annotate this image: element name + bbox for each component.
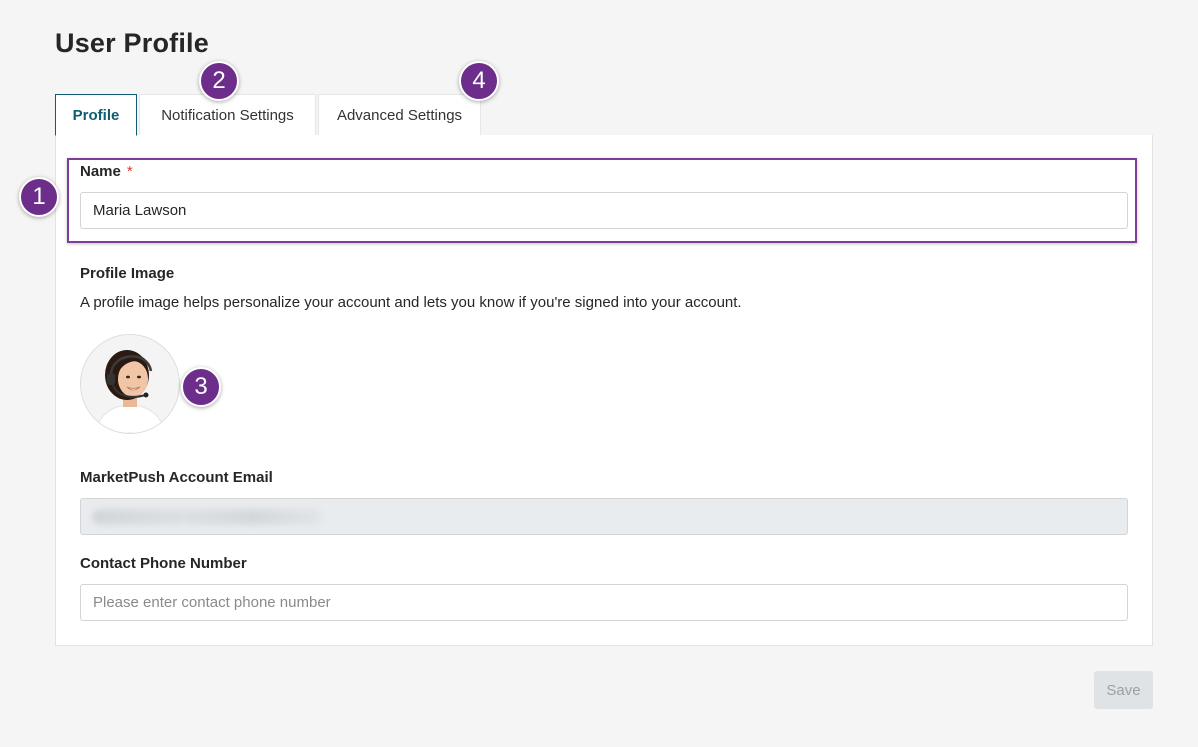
name-input[interactable] xyxy=(80,192,1128,229)
email-redacted-value xyxy=(92,509,322,525)
save-button[interactable]: Save xyxy=(1094,671,1153,709)
phone-label: Contact Phone Number xyxy=(80,555,247,572)
name-label-text: Name xyxy=(80,163,121,180)
tab-profile[interactable]: Profile xyxy=(55,94,137,136)
annotation-badge-3: 3 xyxy=(181,367,221,407)
annotation-badge-2: 2 xyxy=(199,61,239,101)
avatar-headset-woman-icon xyxy=(81,335,179,433)
profile-image-help-text: A profile image helps personalize your a… xyxy=(80,294,742,311)
profile-avatar[interactable] xyxy=(80,334,180,434)
annotation-badge-4: 4 xyxy=(459,61,499,101)
tab-notification-settings[interactable]: Notification Settings xyxy=(139,94,316,135)
profile-image-label: Profile Image xyxy=(80,265,175,282)
name-label: Name * xyxy=(80,163,133,180)
email-label: MarketPush Account Email xyxy=(80,469,273,486)
required-indicator: * xyxy=(126,163,133,180)
annotation-badge-1: 1 xyxy=(19,177,59,217)
tab-advanced-settings[interactable]: Advanced Settings xyxy=(318,94,481,135)
page-title: User Profile xyxy=(55,28,209,58)
phone-input[interactable] xyxy=(80,584,1128,621)
